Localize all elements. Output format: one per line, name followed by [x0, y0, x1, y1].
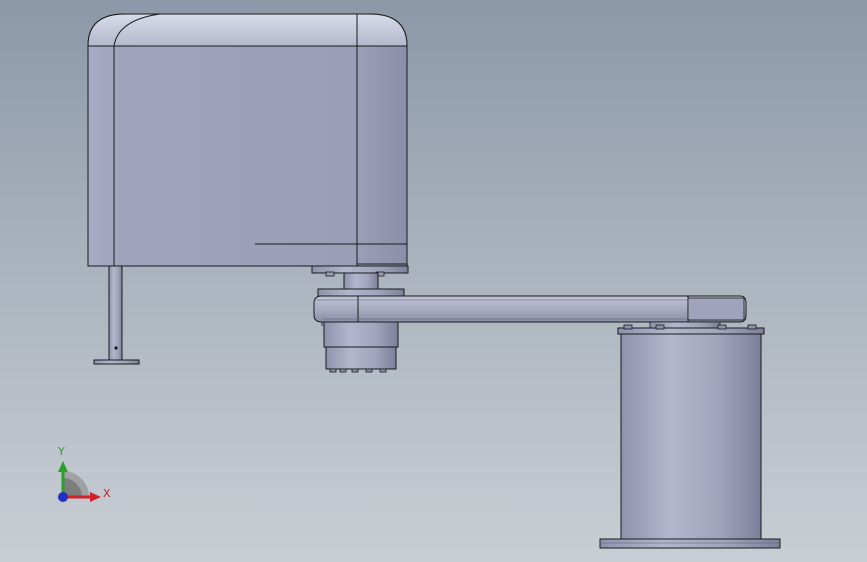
upper-joint-flange[interactable]: [311, 265, 409, 290]
base-column[interactable]: [617, 324, 765, 540]
quill-shaft[interactable]: [108, 265, 123, 361]
x-axis-label: X: [103, 487, 111, 500]
head-housing[interactable]: [87, 13, 408, 267]
axis-triad-icon: Y X: [57, 445, 111, 502]
graphics-viewport[interactable]: Y X: [0, 0, 867, 562]
base-plate[interactable]: [599, 538, 781, 549]
tool-flange[interactable]: [93, 359, 140, 365]
y-axis-label: Y: [57, 445, 65, 458]
